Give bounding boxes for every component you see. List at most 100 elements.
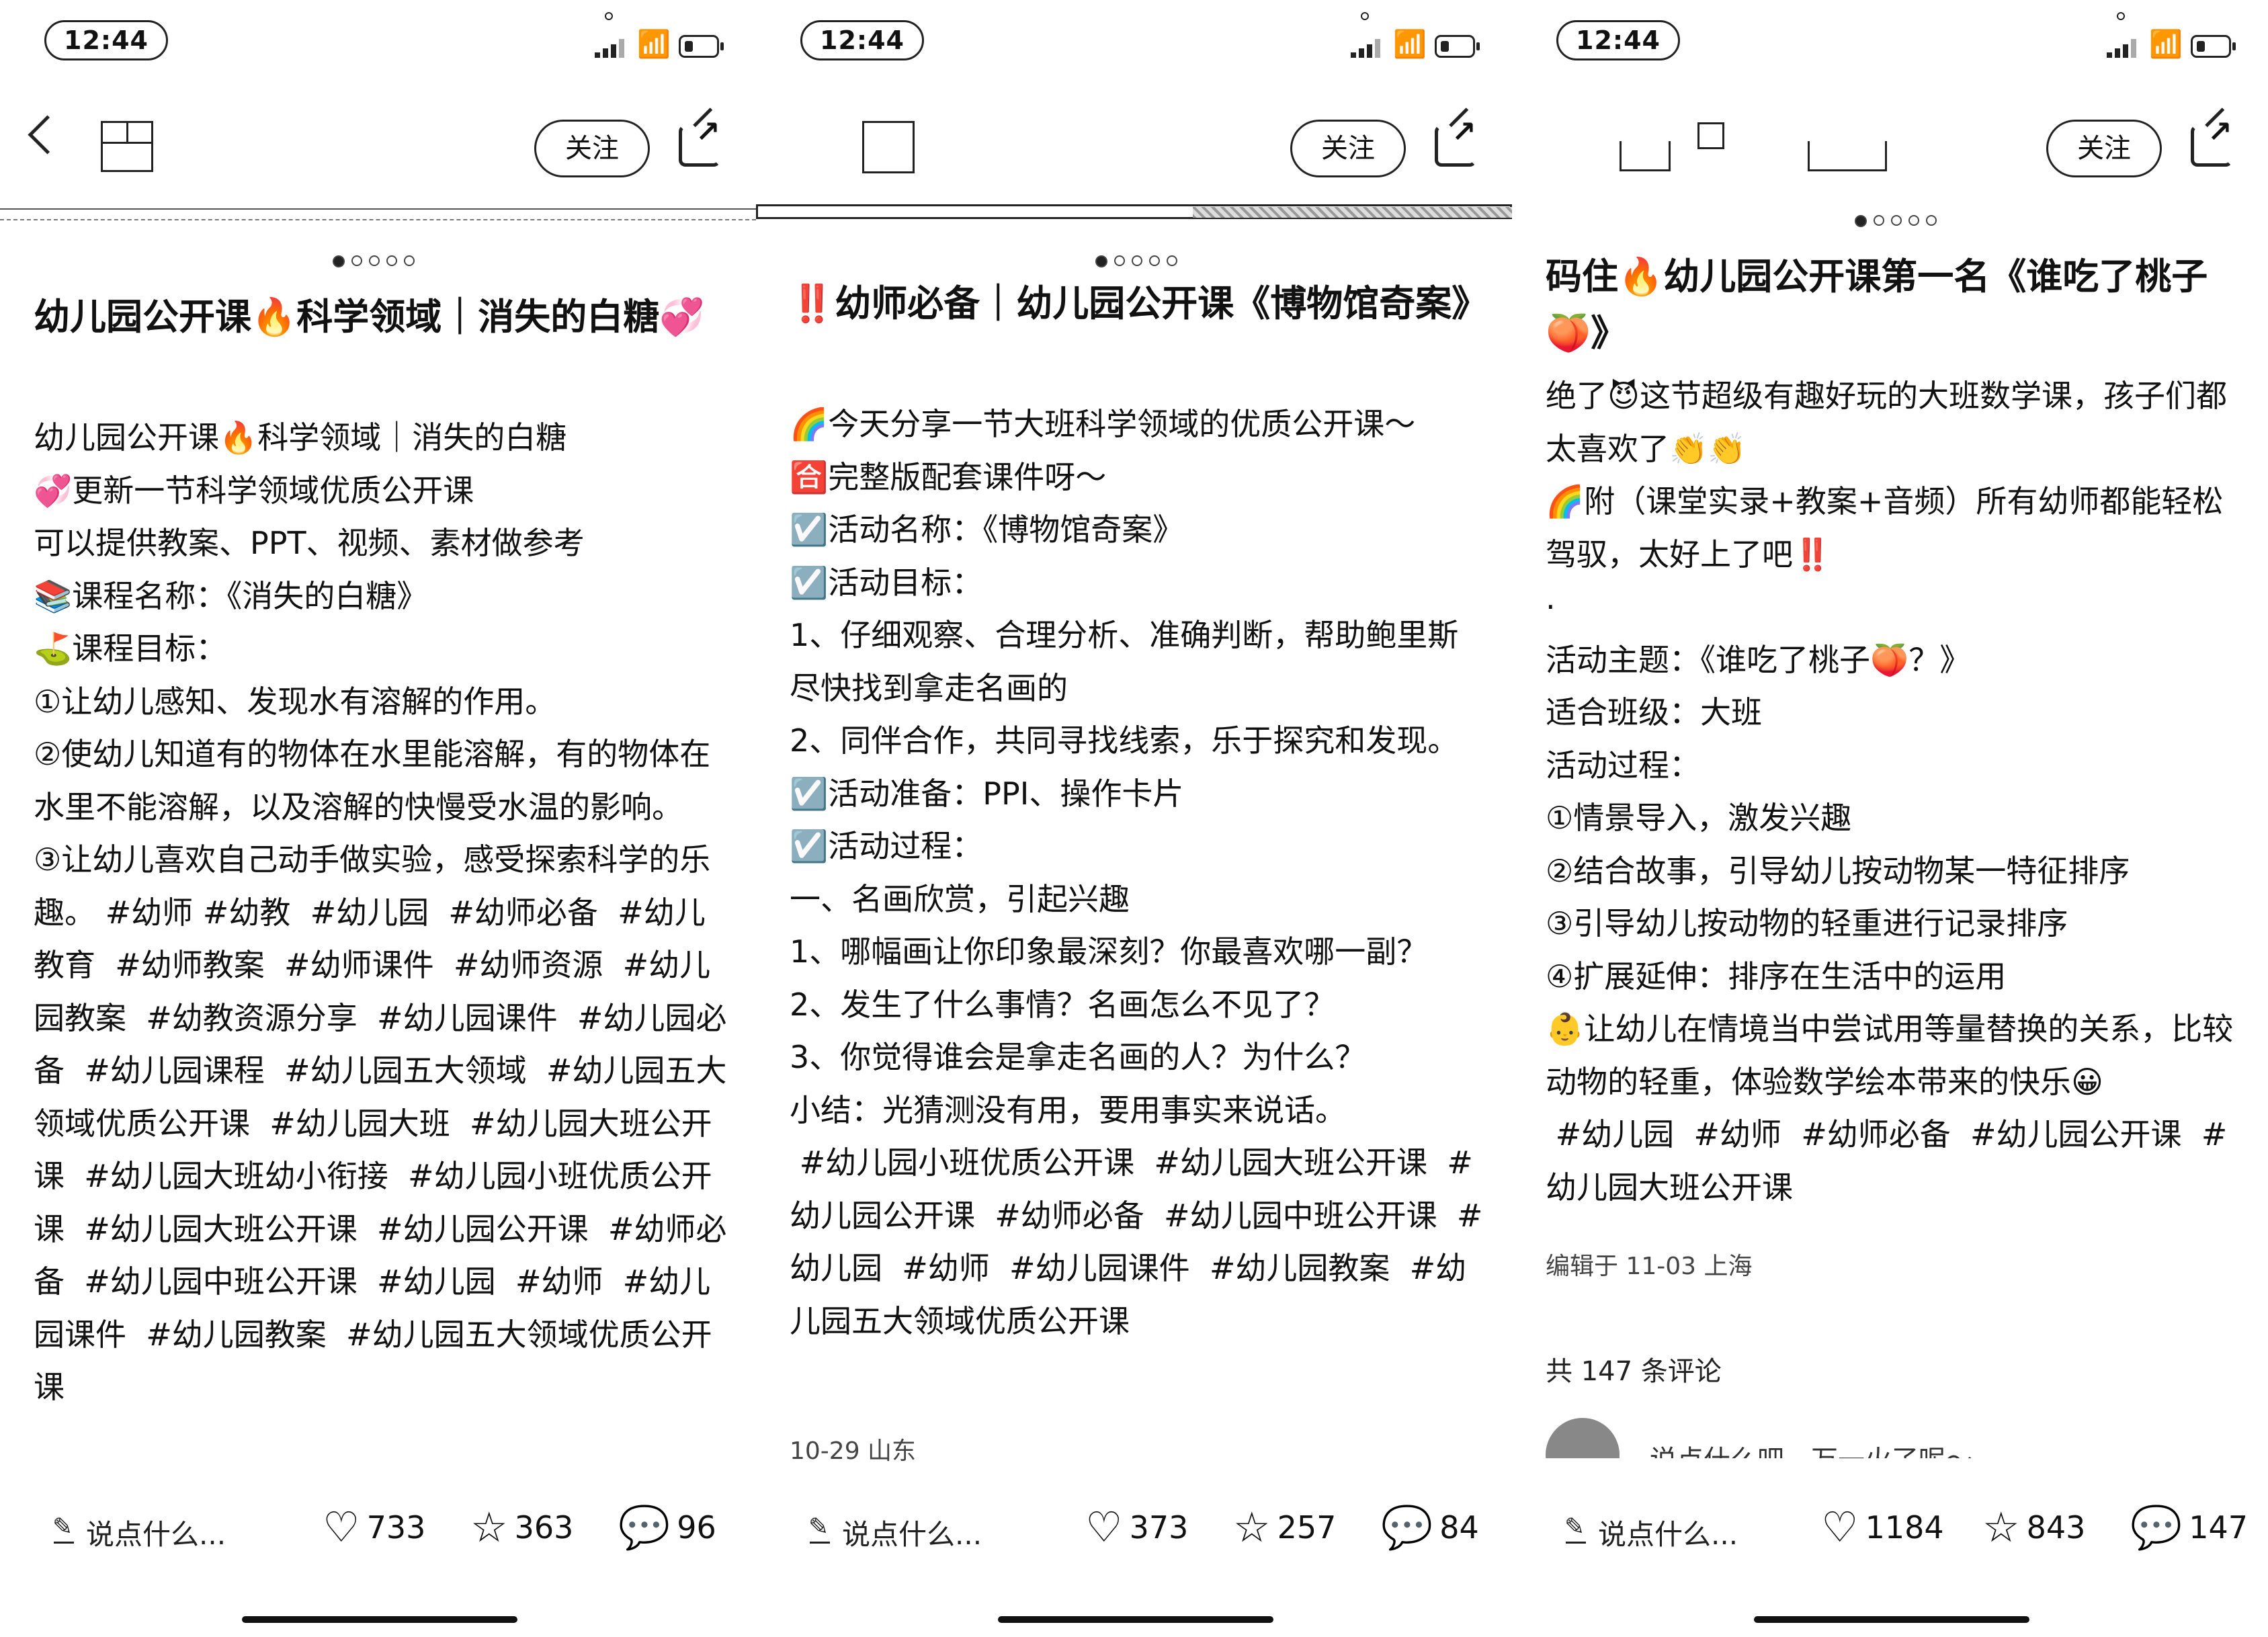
carousel-indicator (333, 255, 415, 267)
body-line: 3、你觉得谁会是拿走名画的人？为什么？ (790, 1039, 1366, 1075)
body-line: 可以提供教案、PPT、视频、素材做参考 (34, 525, 585, 561)
collect-count: 257 (1277, 1509, 1337, 1546)
collect-count: 843 (2026, 1509, 2086, 1546)
comment-input[interactable]: 说点什么... (1564, 1512, 1738, 1553)
body-line: 1、哪幅画让你印象最深刻？你最喜欢哪一副？ (790, 933, 1428, 970)
signal-icon (1351, 38, 1383, 58)
wifi-icon: 📶 (2149, 29, 2183, 60)
author-avatar[interactable] (101, 121, 153, 172)
author-avatar-fragment (1808, 141, 1887, 171)
like-count: 1184 (1865, 1509, 1944, 1546)
follow-button[interactable]: 关注 (534, 120, 650, 177)
body-line: ☑️活动名称：《博物馆奇案》 (790, 511, 1184, 548)
body-line: 2、同伴合作，共同寻找线索，乐于探究和发现。 (790, 722, 1459, 759)
body-line: 👶让幼儿在情境当中尝试用等量替换的关系，比较动物的轻重，体验数学绘本带来的快乐😀 (1546, 1011, 2234, 1100)
battery-icon (1435, 35, 1480, 58)
body-line: 活动主题：《谁吃了桃子🍑？》 (1546, 641, 1971, 678)
chat-bubble-icon: 💬 (1381, 1503, 1433, 1552)
status-time: 12:44 (44, 20, 168, 60)
body-line: 2、发生了什么事情？名画怎么不见了？ (790, 986, 1335, 1023)
follow-button[interactable]: 关注 (2046, 120, 2162, 177)
author-avatar-fragment (1697, 122, 1724, 149)
comment-input[interactable]: 说点什么... (808, 1512, 982, 1553)
like-count: 373 (1129, 1509, 1189, 1546)
comment-placeholder: 说点什么... (1598, 1518, 1738, 1551)
body-line: 小结：光猜测没有用，要用事实来说话。 (790, 1091, 1346, 1128)
body-line-tags[interactable]: ③让幼儿喜欢自己动手做实验，感受探索科学的乐趣。 #幼师 #幼教 #幼儿园 #幼… (34, 833, 732, 1414)
comment-button[interactable]: 💬 84 (1381, 1504, 1479, 1551)
comment-count: 147 (2189, 1509, 2249, 1546)
author-avatar[interactable] (1620, 141, 1671, 171)
body-line: 🈴完整版配套课件呀～ (790, 458, 1107, 495)
camera-dot (2117, 12, 2125, 20)
body-line: ①情景导入，激发兴趣 (1546, 800, 1852, 836)
comment-button[interactable]: 💬 147 (2130, 1504, 2248, 1551)
status-time: 12:44 (1556, 20, 1680, 60)
heart-icon: ♡ (1821, 1503, 1859, 1552)
follow-button[interactable]: 关注 (1290, 120, 1406, 177)
star-icon: ☆ (470, 1503, 508, 1552)
home-indicator[interactable] (242, 1616, 517, 1623)
signal-icon (2107, 38, 2139, 58)
bottom-action-bar: 说点什么... ♡373 ☆257 💬84 (756, 1492, 1512, 1566)
heart-icon: ♡ (1085, 1503, 1123, 1552)
share-icon[interactable] (1435, 115, 1476, 167)
body-line-tags[interactable]: #幼儿园小班优质公开课 #幼儿园大班公开课 #幼儿园公开课 #幼师必备 #幼儿园… (790, 1136, 1488, 1347)
body-line: 绝了😈这节超级有趣好玩的大班数学课，孩子们都太喜欢了👏👏 (1546, 378, 2227, 467)
comment-total: 共 147 条评论 (1546, 1356, 1722, 1387)
image-carousel-edge[interactable] (756, 202, 1512, 228)
body-line: ④扩展延伸：排序在生活中的运用 (1546, 958, 2007, 995)
collect-button[interactable]: ☆ 363 (470, 1504, 573, 1551)
star-icon: ☆ (1233, 1503, 1271, 1552)
body-line: ☑️活动过程： (790, 828, 983, 864)
heart-icon: ♡ (323, 1503, 360, 1552)
camera-dot (605, 12, 613, 20)
share-icon[interactable] (2191, 115, 2232, 167)
body-line: ①让幼儿感知、发现水有溶解的作用。 (34, 683, 556, 720)
comment-placeholder: 说点什么... (86, 1518, 226, 1551)
collect-button[interactable]: ☆ 843 (1982, 1504, 2085, 1551)
body-line: 1、仔细观察、合理分析、准确判断，帮助鲍里斯尽快找到拿走名画的 (790, 617, 1459, 706)
image-carousel-edge[interactable] (0, 202, 756, 228)
comment-count: 96 (677, 1509, 716, 1546)
battery-icon (2191, 35, 2236, 58)
body-line-tags[interactable]: #幼儿园 #幼师 #幼师必备 #幼儿园公开课 #幼儿园大班公开课 (1546, 1108, 2244, 1214)
collect-button[interactable]: ☆ 257 (1233, 1504, 1336, 1551)
body-line: · (1546, 589, 1556, 625)
bottom-action-bar: 说点什么... ♡1184 ☆843 💬147 (1512, 1492, 2268, 1566)
note-title: ‼️幼师必备｜幼儿园公开课《博物馆奇案》 (790, 282, 1488, 325)
author-avatar[interactable] (862, 121, 915, 173)
body-line: ③引导幼儿按动物的轻重进行记录排序 (1546, 905, 2068, 941)
comment-placeholder: 说点什么... (842, 1518, 982, 1551)
like-button[interactable]: ♡ 733 (323, 1504, 425, 1551)
body-line: 适合班级：大班 (1546, 694, 1762, 730)
chat-bubble-icon: 💬 (2130, 1503, 2183, 1552)
like-button[interactable]: ♡ 1184 (1821, 1504, 1944, 1551)
body-line: 🌈附（课堂实录+教案+音频）所有幼师都能轻松驾驭，太好上了吧‼️ (1546, 483, 2224, 573)
body-line: 💞更新一节科学领域优质公开课 (34, 472, 474, 509)
body-line: 幼儿园公开课🔥科学领域｜消失的白糖 (34, 419, 567, 456)
back-icon[interactable] (28, 115, 67, 155)
body-line: 一、名画欣赏，引起兴趣 (790, 880, 1130, 917)
home-indicator[interactable] (998, 1616, 1273, 1623)
comment-button[interactable]: 💬 96 (618, 1504, 716, 1551)
comment-input[interactable]: 说点什么... (52, 1512, 226, 1553)
body-line: ②结合故事，引导幼儿按动物某一特征排序 (1546, 852, 2130, 889)
pen-icon (1564, 1513, 1586, 1544)
comment-preview-text: 说点什么吧，万一火了呢～ (1650, 1438, 1972, 1458)
note-panel-1: 12:44 📶 关注 幼儿园公开课🔥科学领域｜消失的白糖💞 幼儿园公开课🔥科学领… (0, 0, 756, 1637)
post-meta: 10-29 山东 (790, 1437, 917, 1465)
body-line: 活动过程： (1546, 747, 1700, 784)
star-icon: ☆ (1982, 1503, 2020, 1552)
signal-icon (595, 38, 627, 58)
note-body: 绝了😈这节超级有趣好玩的大班数学课，孩子们都太喜欢了👏👏 🌈附（课堂实录+教案+… (1546, 370, 2244, 1214)
bottom-action-bar: 说点什么... ♡733 ☆363 💬96 (0, 1492, 756, 1566)
comment-count: 84 (1439, 1509, 1479, 1546)
post-meta: 编辑于 11-03 上海 (1546, 1253, 1753, 1280)
comment-preview-row[interactable]: 说点什么吧，万一火了呢～ (1546, 1418, 2218, 1458)
body-line: ②使幼儿知道有的物体在水里能溶解，有的物体在水里不能溶解，以及溶解的快慢受水温的… (34, 736, 711, 825)
like-button[interactable]: ♡ 373 (1085, 1504, 1188, 1551)
battery-icon (679, 35, 724, 58)
home-indicator[interactable] (1754, 1616, 2029, 1623)
share-icon[interactable] (679, 115, 720, 167)
